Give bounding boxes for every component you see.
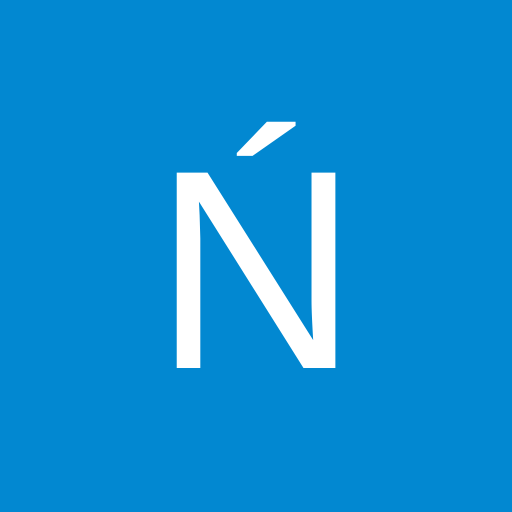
avatar-initial: Ń [153, 112, 359, 429]
avatar: Ń [0, 0, 512, 512]
